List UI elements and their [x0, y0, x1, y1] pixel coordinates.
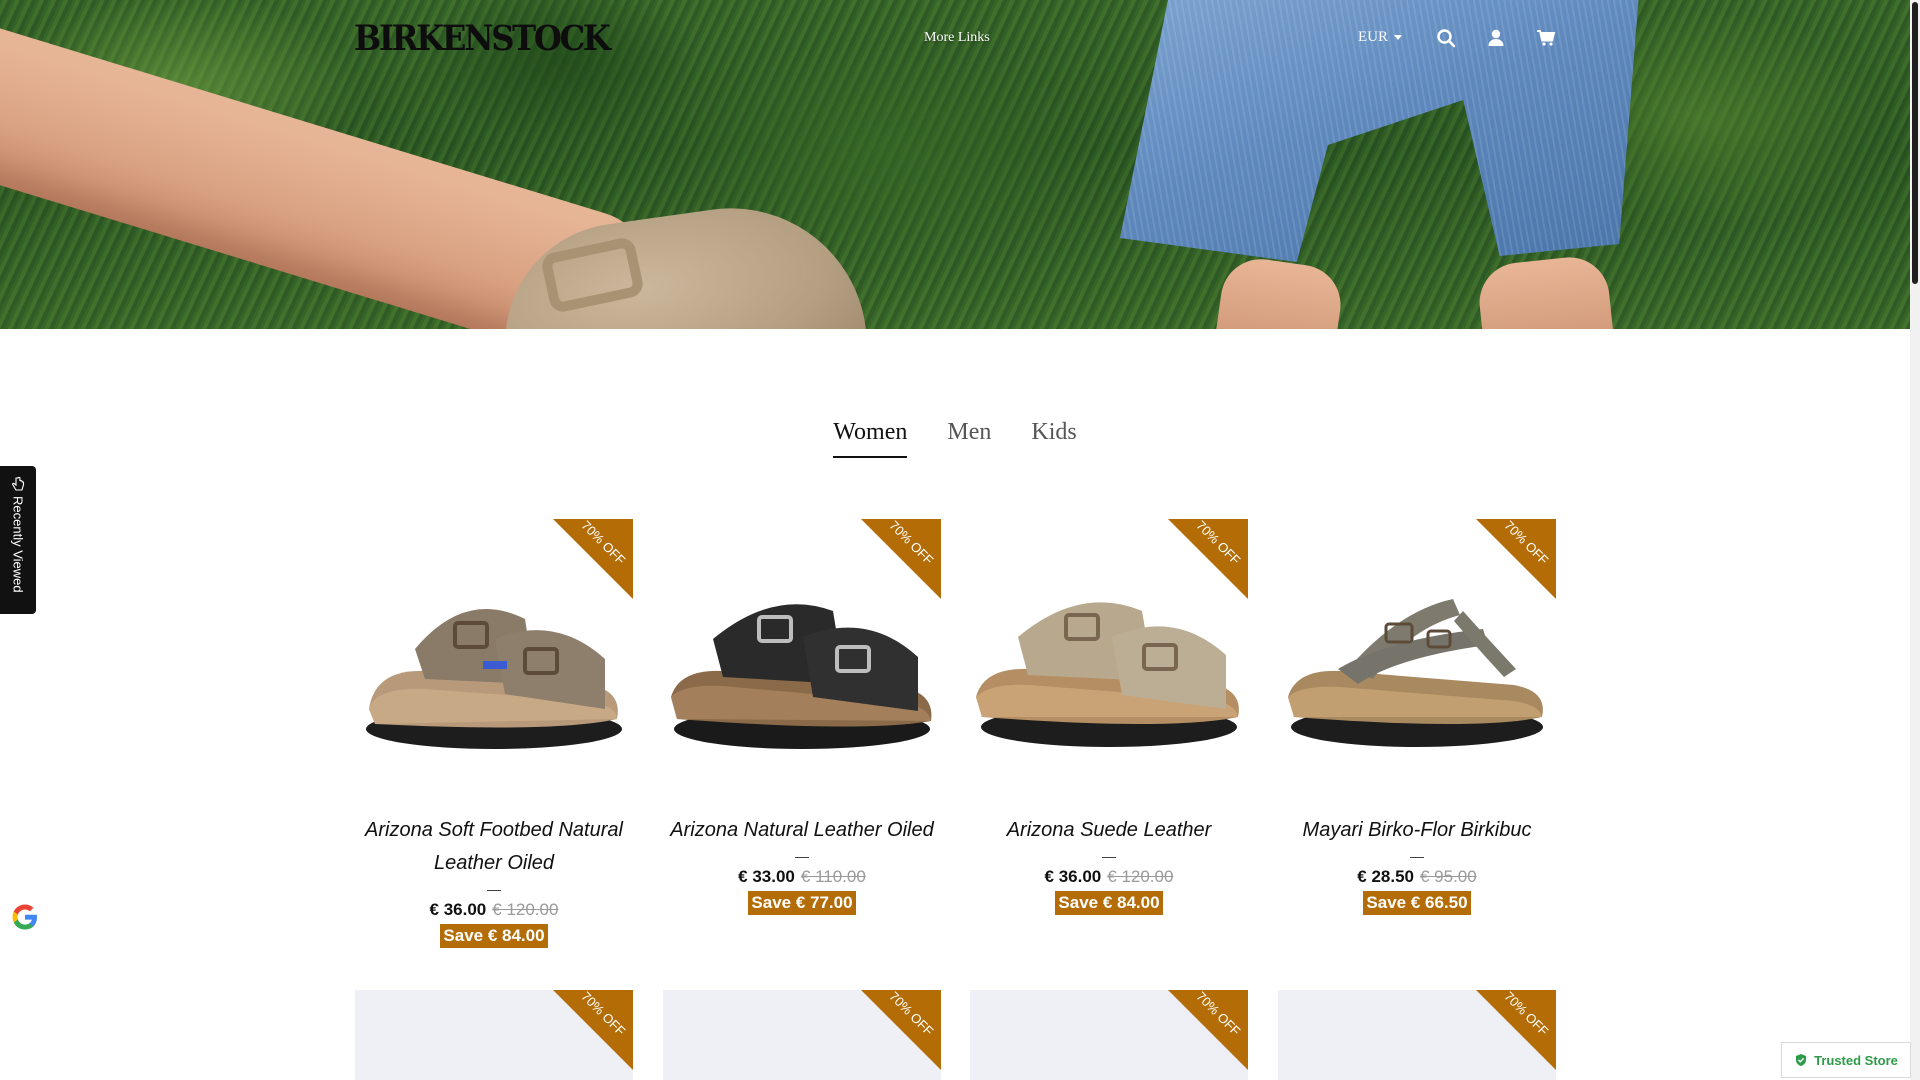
product-image-loading[interactable]: 70% OFF [663, 990, 941, 1080]
search-icon[interactable] [1436, 28, 1456, 48]
nav-more-links[interactable]: More Links [924, 30, 990, 46]
caret-down-icon [1394, 35, 1402, 40]
product-card[interactable]: 70% OFF [355, 990, 633, 1080]
product-image[interactable]: 70% OFF [355, 519, 633, 797]
recently-viewed-label: Recently Viewed [10, 496, 26, 593]
account-icon[interactable] [1486, 28, 1506, 48]
price-row: € 33.00 € 110.00 [663, 867, 941, 887]
product-image[interactable]: 70% OFF [1278, 519, 1556, 797]
price-row: € 28.50 € 95.00 [1278, 867, 1556, 887]
hand-pointer-icon [12, 476, 25, 491]
product-card[interactable]: 70% OFF Mayari Birko-Flor Birkibuc — € 2… [1278, 519, 1556, 915]
sale-price: € 36.00 [1044, 867, 1102, 886]
price-row: € 36.00 € 120.00 [970, 867, 1248, 887]
sandal-image-taupe [366, 609, 622, 749]
title-divider: — [487, 881, 501, 897]
title-divider: — [1410, 848, 1424, 864]
brand-logo[interactable]: BIRKENSTOCK [354, 20, 611, 58]
product-title[interactable]: Arizona Soft Footbed Natural Leather Oil… [355, 814, 633, 880]
badge-label: 70% OFF [578, 990, 629, 1039]
product-image[interactable]: 70% OFF [663, 519, 941, 797]
discount-badge: 70% OFF [861, 990, 941, 1070]
currency-label: EUR [1358, 29, 1388, 45]
price-row: € 36.00 € 120.00 [355, 900, 633, 920]
hero-banner [0, 0, 1910, 329]
product-image-loading[interactable]: 70% OFF [1278, 990, 1556, 1080]
sandal-image-stone [1288, 599, 1543, 747]
tab-men[interactable]: Men [947, 419, 991, 458]
original-price: € 120.00 [1107, 867, 1174, 886]
badge-label: 70% OFF [886, 990, 937, 1039]
discount-badge: 70% OFF [1476, 990, 1556, 1070]
product-card[interactable]: 70% OFF Arizona Soft Footbed Natural Lea… [355, 519, 633, 948]
badge-label: 70% OFF [1193, 990, 1244, 1039]
recently-viewed-tab[interactable]: Recently Viewed [0, 466, 36, 614]
sale-price: € 36.00 [429, 900, 487, 919]
scrollbar-thumb[interactable] [1912, 2, 1918, 284]
tab-women[interactable]: Women [833, 419, 908, 458]
sandal-image-sand [976, 602, 1239, 747]
original-price: € 95.00 [1420, 867, 1477, 886]
save-badge: Save € 66.50 [1363, 891, 1471, 915]
product-image-loading[interactable]: 70% OFF [355, 990, 633, 1080]
product-image[interactable]: 70% OFF [970, 519, 1248, 797]
product-title[interactable]: Arizona Natural Leather Oiled [663, 814, 941, 847]
original-price: € 110.00 [800, 867, 866, 886]
google-g-icon[interactable] [10, 902, 40, 932]
category-tabs: Women Men Kids [0, 419, 1910, 458]
product-image-loading[interactable]: 70% OFF [970, 990, 1248, 1080]
product-title[interactable]: Mayari Birko-Flor Birkibuc [1278, 814, 1556, 847]
discount-badge: 70% OFF [553, 990, 633, 1070]
product-card[interactable]: 70% OFF Arizona Natural Leather Oiled — … [663, 519, 941, 915]
shield-check-icon [1796, 1054, 1807, 1066]
hero-foot-left [1214, 254, 1346, 329]
currency-selector[interactable]: EUR [1358, 29, 1402, 46]
discount-badge: 70% OFF [1168, 990, 1248, 1070]
trusted-store-badge[interactable]: Trusted Store [1781, 1042, 1911, 1078]
product-title[interactable]: Arizona Suede Leather [970, 814, 1248, 847]
save-badge: Save € 77.00 [748, 891, 856, 915]
product-card[interactable]: 70% OFF [663, 990, 941, 1080]
trusted-store-label: Trusted Store [1814, 1052, 1898, 1068]
save-badge: Save € 84.00 [440, 924, 548, 948]
original-price: € 120.00 [492, 900, 559, 919]
title-divider: — [1102, 848, 1116, 864]
sale-price: € 28.50 [1357, 867, 1414, 886]
page-scrollbar[interactable] [1910, 0, 1920, 1080]
hero-foot-right [1475, 253, 1615, 329]
badge-label: 70% OFF [1501, 990, 1552, 1039]
cart-icon[interactable] [1536, 28, 1556, 48]
product-card[interactable]: 70% OFF Arizona Suede Leather — € 36.00 €… [970, 519, 1248, 915]
sandal-image-black [671, 604, 932, 749]
save-badge: Save € 84.00 [1055, 891, 1163, 915]
product-card[interactable]: 70% OFF [1278, 990, 1556, 1080]
title-divider: — [795, 848, 809, 864]
sale-price: € 33.00 [738, 867, 795, 886]
product-card[interactable]: 70% OFF [970, 990, 1248, 1080]
tab-kids[interactable]: Kids [1031, 419, 1076, 458]
